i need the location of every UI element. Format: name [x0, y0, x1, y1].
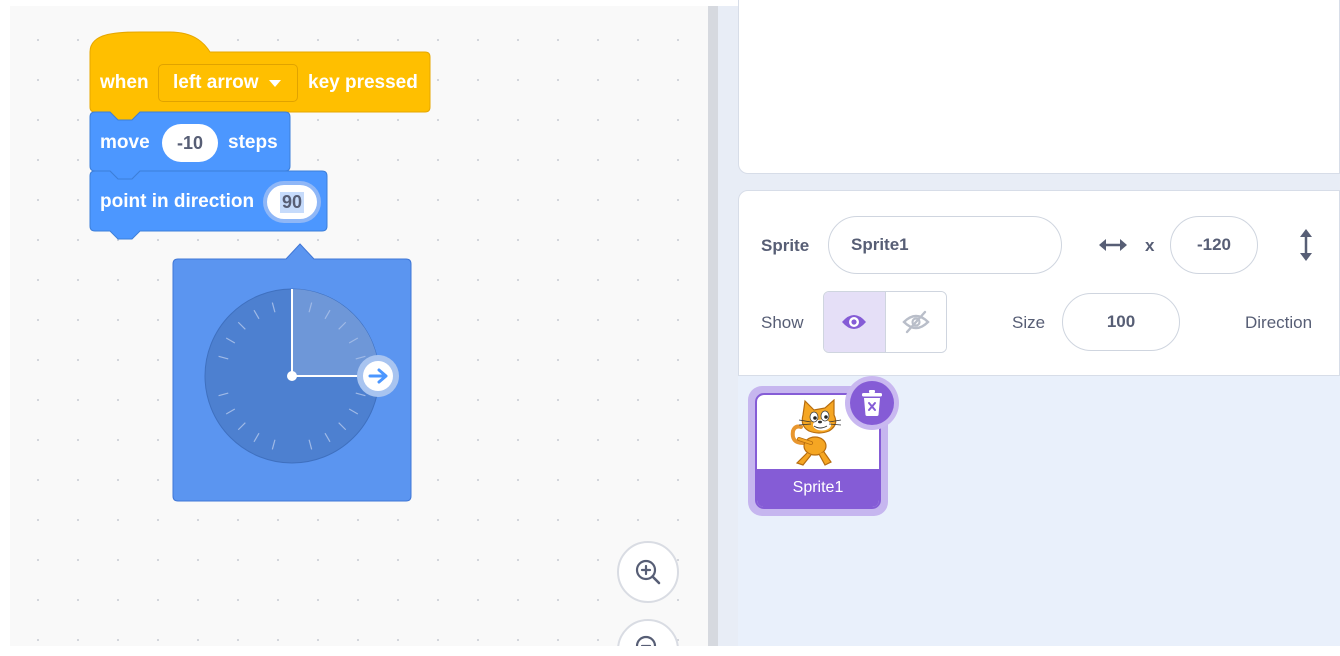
sprite-label: Sprite	[761, 236, 810, 255]
eye-icon	[842, 315, 867, 329]
show-hidden-button[interactable]	[885, 292, 946, 352]
key-pressed-label: key pressed	[308, 72, 418, 93]
code-workspace[interactable]: when left arrow key pressed move -10 ste…	[10, 6, 708, 646]
sprite-thumbnail-name: Sprite1	[792, 479, 844, 496]
move-steps-input[interactable]: -10	[162, 124, 218, 162]
size-value: 100	[1106, 312, 1136, 331]
eye-slash-icon	[902, 310, 930, 334]
vertical-arrows-icon	[1300, 229, 1312, 261]
direction-input[interactable]: 90	[263, 181, 321, 223]
sprite-thumbnail-label-bar: Sprite1	[757, 469, 879, 507]
sprite-info-panel: Sprite Sprite1 x -120 Show Size 100 Dire…	[738, 190, 1340, 376]
delete-sprite-button[interactable]	[845, 376, 899, 430]
show-toggle-group	[823, 291, 947, 353]
cat-sprite-icon	[790, 399, 842, 466]
dropdown-caret-icon	[268, 79, 281, 87]
key-dropdown[interactable]: left arrow	[158, 64, 298, 102]
horizontal-arrows-icon	[1099, 239, 1127, 251]
sprite-list-panel: Sprite1	[738, 376, 1340, 646]
show-label: Show	[761, 313, 804, 332]
show-visible-button[interactable]	[824, 292, 886, 352]
move-label: move	[100, 132, 150, 153]
point-in-direction-label: point in direction	[100, 191, 255, 212]
dial-center	[287, 371, 297, 381]
key-dropdown-value: left arrow	[173, 72, 259, 93]
zoom-out-icon	[635, 635, 657, 646]
x-label: x	[1145, 236, 1155, 255]
sprite-name-input[interactable]: Sprite1	[828, 216, 1062, 274]
pane-divider[interactable]	[708, 6, 718, 646]
blocks-svg	[89, 31, 431, 502]
x-position-value: -120	[1196, 235, 1232, 254]
x-position-input[interactable]: -120	[1170, 216, 1258, 274]
stage-area[interactable]	[738, 0, 1340, 174]
trash-icon	[862, 390, 882, 416]
dial-arrow-icon[interactable]	[357, 355, 399, 397]
direction-input-value: 90	[279, 191, 305, 213]
size-input[interactable]: 100	[1062, 293, 1180, 351]
steps-label: steps	[228, 132, 278, 153]
size-label: Size	[1012, 313, 1046, 332]
sprite-name-value: Sprite1	[851, 235, 909, 254]
when-label: when	[100, 72, 149, 93]
direction-label: Direction	[1245, 313, 1313, 332]
zoom-in-button[interactable]	[617, 541, 679, 603]
zoom-in-icon	[635, 559, 661, 585]
